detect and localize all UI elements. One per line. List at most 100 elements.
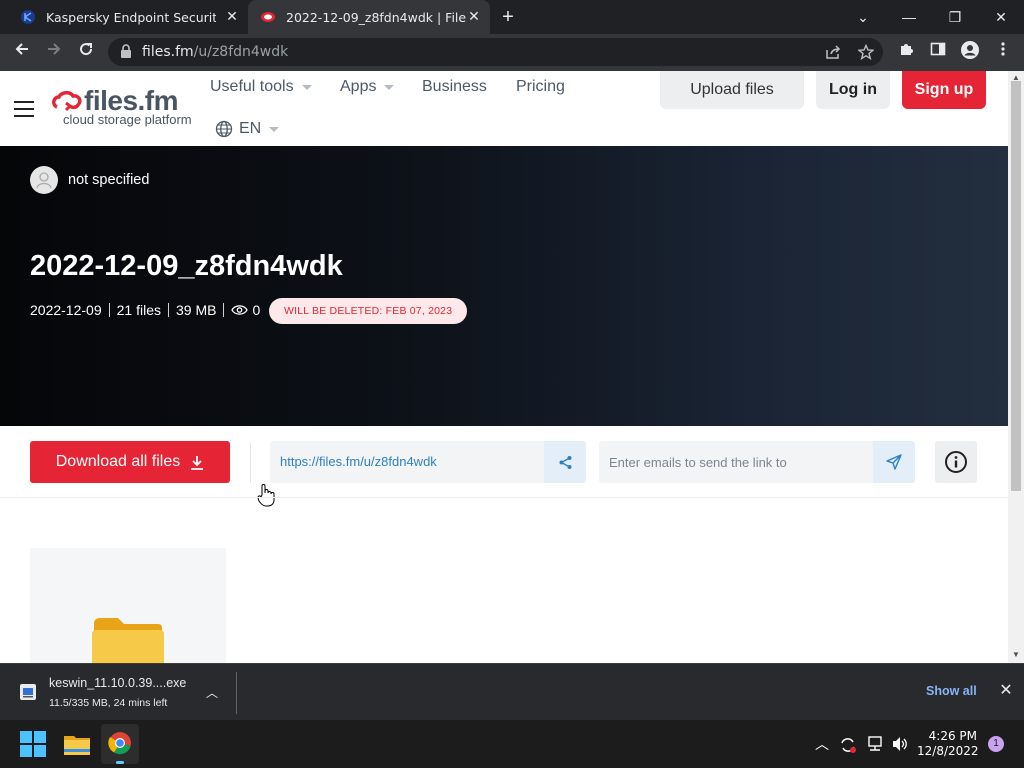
- share-icon: [559, 455, 571, 469]
- divider: [236, 672, 237, 714]
- send-icon: [886, 454, 902, 470]
- active-indicator: [116, 761, 124, 764]
- browser-menu-button[interactable]: [990, 40, 1016, 66]
- section-divider: [0, 497, 1008, 498]
- tab-search-icon[interactable]: ⌄: [840, 4, 886, 30]
- web-page: files.fm cloud storage platform Useful t…: [0, 71, 1008, 663]
- folder-views: 0: [252, 302, 261, 318]
- folder-size: 39 MB: [175, 302, 217, 318]
- profile-avatar-icon: [961, 41, 979, 59]
- installer-file-icon: [20, 684, 36, 700]
- chrome-icon: [108, 732, 131, 755]
- email-share-field: [599, 441, 915, 483]
- taskbar: ︿ 4:26 PM 12/8/2022: [0, 720, 1024, 768]
- download-all-button[interactable]: Download all files: [30, 441, 230, 483]
- windows-start-icon[interactable]: [17, 728, 49, 760]
- close-window-button[interactable]: ✕: [978, 4, 1024, 30]
- tab-close-icon[interactable]: ✕: [224, 9, 240, 25]
- extensions-button[interactable]: [893, 40, 919, 66]
- folder-thumbnail-card[interactable]: [30, 548, 226, 663]
- user-icon: [36, 172, 52, 189]
- show-all-downloads-button[interactable]: Show all: [926, 684, 977, 698]
- forward-arrow-icon: [48, 43, 61, 55]
- info-button[interactable]: [935, 441, 977, 483]
- back-arrow-icon: [15, 43, 28, 55]
- scroll-down-icon[interactable]: ▼: [1012, 650, 1020, 659]
- signup-button[interactable]: Sign up: [902, 71, 986, 109]
- owner-name: not specified: [68, 172, 150, 188]
- login-button[interactable]: Log in: [816, 71, 890, 109]
- notification-badge[interactable]: 1: [988, 736, 1004, 752]
- reload-button[interactable]: [73, 40, 99, 66]
- nav-useful-tools[interactable]: Useful tools: [210, 78, 312, 96]
- volume-icon[interactable]: [891, 736, 909, 752]
- download-status: 11.5/335 MB, 24 mins left: [49, 697, 168, 709]
- chrome-taskbar-button[interactable]: [101, 724, 139, 764]
- deletion-badge: WILL BE DELETED: FEB 07, 2023: [269, 298, 468, 324]
- share-link-text[interactable]: https://files.fm/u/z8fdn4wdk: [280, 454, 437, 469]
- side-panel-button[interactable]: [925, 40, 951, 66]
- url-text: files.fm/u/z8fdn4wdk: [142, 44, 289, 60]
- new-tab-button[interactable]: +: [498, 7, 518, 27]
- email-input[interactable]: [599, 441, 873, 483]
- tab-title: Kaspersky Endpoint Security for B: [46, 9, 216, 25]
- sync-icon[interactable]: [839, 736, 857, 754]
- chevron-down-icon: [301, 84, 312, 90]
- download-shelf: keswin_11.10.0.39....exe 11.5/335 MB, 24…: [0, 663, 1024, 720]
- folder-meta: 2022-12-09 21 files 39 MB 0: [30, 302, 260, 318]
- profile-button[interactable]: [957, 40, 983, 66]
- clock-date: 12/8/2022: [917, 744, 979, 758]
- eye-icon: [231, 305, 249, 315]
- share-button[interactable]: [544, 441, 586, 483]
- system-clock[interactable]: 4:26 PM 12/8/2022: [917, 729, 979, 759]
- owner-avatar: [30, 166, 58, 194]
- share-link-field[interactable]: https://files.fm/u/z8fdn4wdk: [270, 441, 586, 483]
- network-icon[interactable]: [866, 736, 884, 752]
- forward-button[interactable]: [41, 40, 67, 66]
- nav-business[interactable]: Business: [422, 78, 487, 96]
- language-selector[interactable]: EN: [215, 120, 280, 138]
- folder-icon: [92, 618, 164, 663]
- chevron-up-icon[interactable]: ︿: [203, 684, 221, 700]
- chevron-down-icon: [269, 126, 280, 132]
- lock-icon: [121, 44, 131, 58]
- folder-date: 2022-12-09: [30, 302, 102, 318]
- clock-time: 4:26 PM: [928, 729, 977, 743]
- file-explorer-icon[interactable]: [61, 728, 93, 760]
- hand-cursor-icon: [257, 484, 275, 507]
- tab-title: 2022-12-09_z8fdn4wdk | Files.fm.: [286, 9, 466, 25]
- hamburger-menu-icon[interactable]: [14, 101, 34, 117]
- share-page-icon[interactable]: [826, 45, 841, 59]
- puzzle-icon: [901, 44, 913, 55]
- kebab-menu-icon: [1001, 42, 1005, 56]
- tab-filesfm[interactable]: 2022-12-09_z8fdn4wdk | Files.fm. ✕: [248, 0, 490, 34]
- chevron-down-icon: [384, 84, 395, 90]
- upload-files-button[interactable]: Upload files: [660, 71, 804, 109]
- bookmark-star-icon[interactable]: [858, 44, 874, 60]
- folder-title: 2022-12-09_z8fdn4wdk: [30, 250, 343, 282]
- divider: [250, 443, 251, 483]
- download-file-name[interactable]: keswin_11.10.0.39....exe: [49, 676, 186, 690]
- restore-button[interactable]: ❐: [932, 4, 978, 30]
- minimize-button[interactable]: —: [886, 4, 932, 30]
- download-all-label: Download all files: [55, 453, 181, 470]
- side-panel-icon: [930, 42, 946, 56]
- tab-kaspersky[interactable]: Kaspersky Endpoint Security for B ✕: [8, 0, 248, 34]
- logo-subtitle: cloud storage platform: [63, 112, 192, 127]
- close-shelf-icon[interactable]: ✕: [996, 681, 1016, 701]
- back-button[interactable]: [9, 40, 35, 66]
- page-scrollbar[interactable]: ▲ ▼: [1008, 71, 1024, 663]
- folder-file-count: 21 files: [116, 302, 161, 318]
- scrollbar-thumb[interactable]: [1011, 81, 1021, 491]
- tab-close-icon[interactable]: ✕: [466, 9, 482, 25]
- download-icon: [191, 455, 204, 470]
- tray-overflow-icon[interactable]: ︿: [815, 734, 829, 754]
- kaspersky-favicon-icon: [21, 10, 35, 24]
- browser-toolbar: files.fm/u/z8fdn4wdk: [0, 34, 1024, 71]
- send-email-button[interactable]: [873, 441, 915, 483]
- nav-apps[interactable]: Apps: [340, 78, 395, 96]
- address-bar[interactable]: files.fm/u/z8fdn4wdk: [108, 38, 883, 66]
- nav-pricing[interactable]: Pricing: [516, 78, 565, 96]
- globe-icon: [215, 120, 233, 138]
- filesfm-favicon-icon: [261, 12, 275, 22]
